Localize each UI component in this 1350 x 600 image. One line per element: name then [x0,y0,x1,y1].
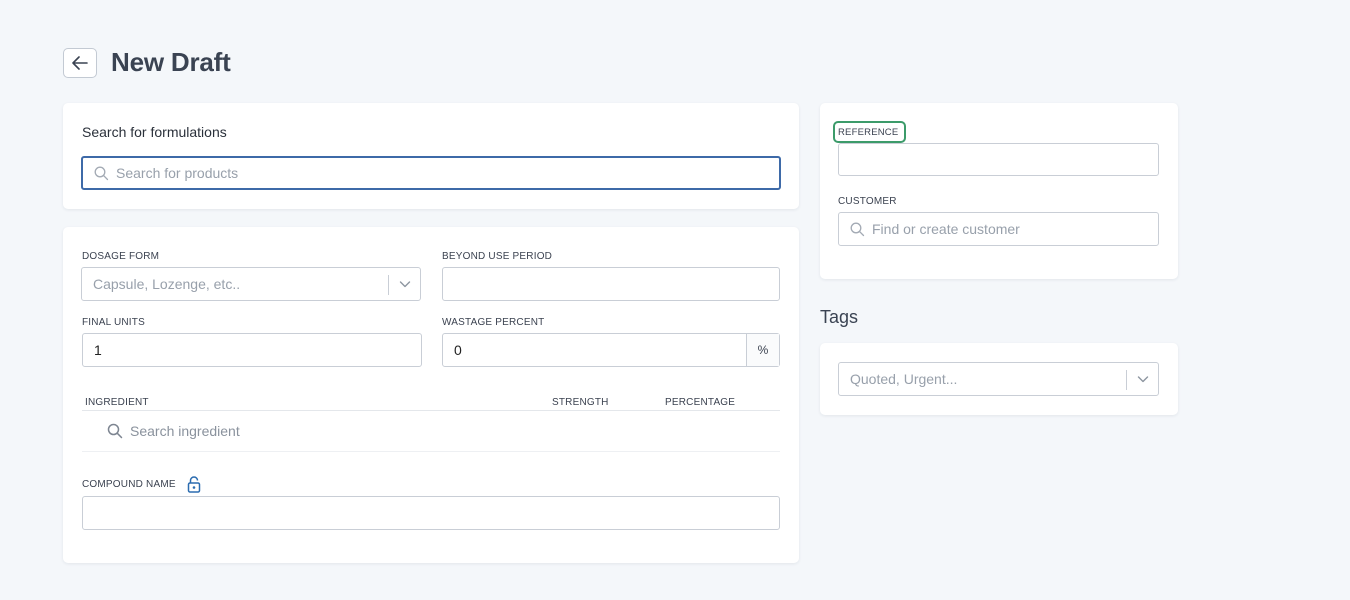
reference-input[interactable] [838,143,1159,176]
final-units-value: 1 [94,342,102,358]
final-units-input[interactable]: 1 [82,333,422,367]
new-draft-page: New Draft Search for formulations Search… [0,0,1350,600]
product-search-placeholder: Search for products [116,165,239,181]
back-button[interactable] [63,48,97,78]
tags-placeholder: Quoted, Urgent... [850,371,958,387]
compound-name-label: COMPOUND NAME [82,479,176,490]
wastage-percent-value: 0 [454,342,462,358]
dosage-form-placeholder: Capsule, Lozenge, etc.. [93,276,241,292]
customer-search-placeholder: Find or create customer [872,221,1020,237]
search-icon [107,423,123,439]
ingredient-table-header: INGREDIENT STRENGTH PERCENTAGE [82,393,780,411]
reference-label: REFERENCE [838,127,899,138]
dosage-form-select[interactable]: Capsule, Lozenge, etc.. [81,267,421,301]
chevron-down-icon[interactable] [398,277,412,291]
arrow-left-icon [72,56,88,70]
wastage-percent-label: WASTAGE PERCENT [442,317,545,328]
ingredient-search-row[interactable]: Search ingredient [82,411,780,452]
beyond-use-period-label: BEYOND USE PERIOD [442,251,553,262]
select-separator [1126,370,1127,390]
tags-heading: Tags [820,307,859,327]
dosage-form-label: DOSAGE FORM [82,251,160,262]
beyond-use-period-input[interactable] [442,267,780,301]
customer-search-input[interactable]: Find or create customer [838,212,1159,246]
column-percentage: PERCENTAGE [665,397,736,408]
wastage-percent-input[interactable]: 0 % [442,333,780,367]
chevron-down-icon[interactable] [1136,372,1150,386]
product-search-input[interactable]: Search for products [81,156,781,190]
select-separator [388,275,389,295]
customer-label: CUSTOMER [838,196,897,207]
search-icon [94,166,109,181]
compound-name-input[interactable] [82,496,780,530]
page-title: New Draft [111,47,231,77]
search-formulations-label: Search for formulations [82,124,227,140]
tags-select[interactable]: Quoted, Urgent... [838,362,1159,396]
column-ingredient: INGREDIENT [85,397,149,408]
percent-suffix: % [746,334,779,366]
ingredient-search-placeholder: Search ingredient [130,423,240,439]
lock-open-icon[interactable] [187,476,201,493]
search-icon [850,222,865,237]
final-units-label: FINAL UNITS [82,317,145,328]
column-strength: STRENGTH [552,397,609,408]
